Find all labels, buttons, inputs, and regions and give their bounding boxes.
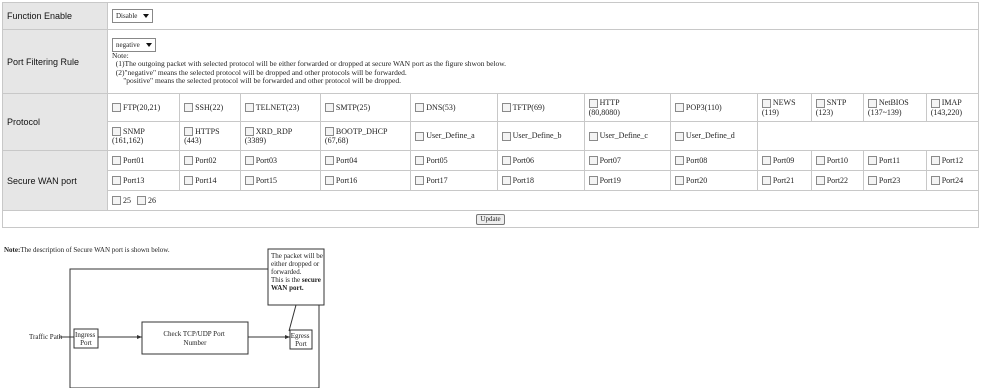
note-bold: Note:	[4, 246, 20, 254]
secure-wan-diagram: Note:The description of Secure WAN port …	[4, 246, 325, 388]
check-box	[141, 321, 249, 355]
callout-pointer	[288, 304, 297, 332]
note-text: The description of Secure WAN port is sh…	[20, 246, 170, 254]
bottom-note: Note:The description of Secure WAN port …	[4, 246, 170, 254]
traffic-path-label: Traffic Path	[29, 333, 63, 341]
arrow-head-1	[137, 335, 142, 339]
arrow-head-2	[285, 335, 290, 339]
